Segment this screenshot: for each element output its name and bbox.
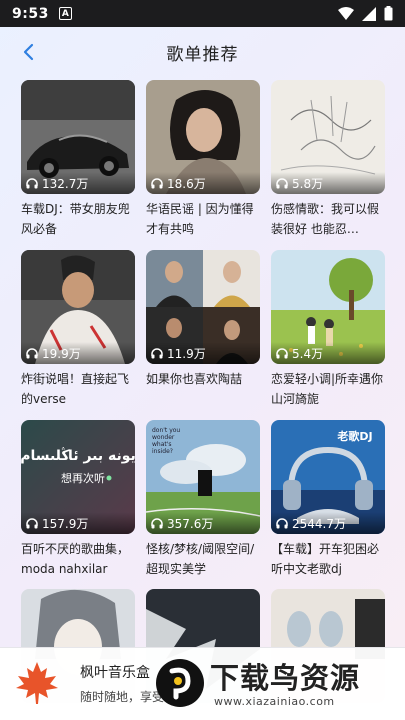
maple-leaf-icon [16,662,58,704]
playlist-title: 【车载】开车犯困必听中文老歌dj [271,542,380,576]
playlist-cover: 132.7万 [21,80,135,194]
play-count-value: 5.4万 [292,346,324,361]
play-count: 157.9万 [21,512,135,534]
play-count-value: 18.6万 [167,176,206,191]
back-button[interactable] [18,41,38,63]
playlist-title: 华语民谣 | 因为懂得才有共鸣 [146,202,254,236]
headphones-icon [26,177,38,188]
play-count-value: 132.7万 [42,176,89,191]
playlist-title: 恋爱轻小调|所幸遇你 山河旖旎 [271,372,384,406]
headphones-icon [276,177,288,188]
system-icons [338,6,393,21]
playlist-title: 如果你也喜欢陶喆 [146,372,243,386]
app-name: 枫叶音乐盒 [80,665,150,681]
headphones-icon [26,517,38,528]
notification-a-icon: A [58,7,72,20]
play-count-value: 5.8万 [292,176,324,191]
play-count-value: 357.6万 [167,516,214,531]
headphones-icon [151,177,163,188]
playlist-cover: 11.9万 [146,250,260,364]
play-count: 2544.7万 [271,512,385,534]
playlist-cover: don't you wonder what's inside? 357.6万 [146,420,260,534]
watermark-text: 下载鸟资源 [210,661,361,695]
chevron-left-icon [23,43,34,61]
play-count: 5.4万 [271,342,385,364]
playlist-cover: 5.8万 [271,80,385,194]
play-count: 5.8万 [271,172,385,194]
watermark-logo-icon [156,659,204,707]
play-count-value: 11.9万 [167,346,206,361]
playlist-cover: 19.9万 [21,250,135,364]
playlist-title: 百听不厌的歌曲集，moda nahxilar [21,542,130,576]
watermark-url: www.xiazainiao.com [214,695,335,708]
play-count-value: 19.9万 [42,346,81,361]
play-count: 357.6万 [146,512,260,534]
play-count: 11.9万 [146,342,260,364]
wifi-icon [338,6,354,20]
playlist-title: 炸街说唱！直接起飞的verse [21,372,130,406]
play-count-value: 157.9万 [42,516,89,531]
headphones-icon [151,517,163,528]
play-count-value: 2544.7万 [292,516,346,531]
page-title: 歌单推荐 [166,44,239,65]
artwork-chinese-text: 想再次听 [61,471,105,485]
play-count: 132.7万 [21,172,135,194]
battery-icon [384,6,393,21]
headphones-icon [276,517,288,528]
playlist-title: 伤感情歌：我可以假装很好 也能忍… [271,202,380,236]
playlist-cover: 5.4万 [271,250,385,364]
playlist-cover: 老歌DJ 2544.7万 [271,420,385,534]
headphones-icon [151,347,163,358]
play-count: 18.6万 [146,172,260,194]
cellular-icon [362,6,376,21]
play-count: 19.9万 [21,342,135,364]
status-bar: 9:53 A [0,0,405,27]
watermark: 下载鸟资源 www.xiazainiao.com [150,651,405,717]
artwork-old-songs-text: 老歌DJ [336,429,372,443]
headphones-icon [26,347,38,358]
headphones-icon [276,347,288,358]
header: 歌单推荐 [0,27,405,77]
playlist-title: 怪核/梦核/阈限空间/超现实美学 [146,542,255,576]
playlist-cover: 18.6万 [146,80,260,194]
playlist-cover: يونە بىر ئاڭلىسام 想再次听 157.9万 [21,420,135,534]
playlist-title: 车载DJ：带女朋友兜风必备 [21,202,130,236]
artwork-uyghur-text: يونە بىر ئاڭلىسام [21,447,135,464]
clock: 9:53 [12,5,49,22]
